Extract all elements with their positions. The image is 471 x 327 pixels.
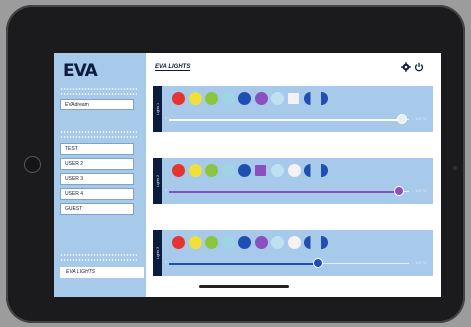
color-swatch[interactable] <box>221 164 235 177</box>
panel-label: Lights 2 <box>156 174 160 188</box>
user-item-guest[interactable]: GUEST <box>60 203 134 215</box>
user-list: TEST USER 2 USER 3 USER 4 GUEST <box>60 143 134 218</box>
dot-divider <box>60 130 137 134</box>
home-button[interactable] <box>24 156 41 173</box>
color-swatch[interactable] <box>254 92 268 105</box>
user-item-test[interactable]: TEST <box>60 143 134 155</box>
color-swatch[interactable] <box>221 92 235 105</box>
slider-thumb[interactable] <box>397 115 406 123</box>
slider-thumb[interactable] <box>313 259 322 267</box>
light-panel: Lights 3 0 100 % <box>153 230 433 276</box>
color-swatch[interactable] <box>172 236 185 249</box>
color-swatch[interactable] <box>254 236 268 249</box>
dot-divider <box>60 92 137 96</box>
user-item-user-4[interactable]: USER 4 <box>60 188 134 200</box>
slider-min-label: 0 <box>165 115 168 120</box>
swatch-square[interactable] <box>287 93 299 104</box>
dot-divider <box>60 253 137 257</box>
sidebar-item-eva-lights[interactable]: EVA LIGHTS <box>60 267 144 278</box>
dot-divider <box>60 258 137 262</box>
color-swatch[interactable] <box>188 92 202 105</box>
slider-max-label: 100 % <box>415 260 427 265</box>
color-swatch[interactable] <box>238 92 251 105</box>
swatch-half-moon[interactable] <box>304 236 317 249</box>
swatch-half-moon[interactable] <box>304 164 317 177</box>
light-panel: Lights 1 0 100 % <box>153 86 433 132</box>
swatch-half-circle[interactable] <box>320 92 328 105</box>
color-swatch[interactable] <box>188 164 202 177</box>
color-swatch[interactable] <box>287 236 301 249</box>
color-swatch[interactable] <box>221 236 235 249</box>
slider-max-label: 100 % <box>415 116 427 121</box>
color-swatch[interactable] <box>172 164 185 177</box>
brightness-slider[interactable] <box>169 187 409 195</box>
swatch-square[interactable] <box>254 165 266 176</box>
slider-fill <box>169 118 402 121</box>
color-swatch[interactable] <box>172 92 185 105</box>
color-swatch[interactable] <box>238 236 251 249</box>
brightness-slider[interactable] <box>169 115 409 123</box>
brightness-slider[interactable] <box>169 259 409 267</box>
panel-label: Lights 1 <box>156 102 160 116</box>
color-swatch[interactable] <box>205 236 218 249</box>
app-screen: EVA EVAdream TEST USER 2 USER 3 USER 4 G… <box>54 53 441 297</box>
color-swatch[interactable] <box>271 164 284 177</box>
color-swatch[interactable] <box>205 164 218 177</box>
color-swatch[interactable] <box>188 236 202 249</box>
color-swatch[interactable] <box>287 164 301 177</box>
profile-field[interactable]: EVAdream <box>60 99 134 110</box>
slider-min-label: 0 <box>165 259 168 264</box>
color-swatch[interactable] <box>271 236 284 249</box>
dot-divider <box>60 135 137 139</box>
panel-label: Lights 3 <box>156 246 160 260</box>
swatch-half-circle[interactable] <box>320 164 328 177</box>
user-item-user-2[interactable]: USER 2 <box>60 158 134 170</box>
page-title: EVA LIGHTS <box>155 64 191 71</box>
slider-fill <box>169 262 318 265</box>
swatch-half-circle[interactable] <box>320 236 328 249</box>
swatch-half-moon[interactable] <box>304 92 317 105</box>
color-swatch[interactable] <box>238 164 251 177</box>
dot-divider <box>60 87 137 91</box>
slider-fill <box>169 190 400 193</box>
light-panel: Lights 2 0 100 % <box>153 158 433 204</box>
tablet-frame: EVA EVAdream TEST USER 2 USER 3 USER 4 G… <box>6 5 465 323</box>
camera-icon <box>453 166 457 170</box>
slider-max-label: 100 % <box>415 188 427 193</box>
gear-icon[interactable] <box>401 62 411 72</box>
color-swatch[interactable] <box>205 92 218 105</box>
app-logo: EVA <box>63 61 98 81</box>
slider-thumb[interactable] <box>395 187 404 195</box>
slider-min-label: 0 <box>165 187 168 192</box>
sidebar: EVA EVAdream TEST USER 2 USER 3 USER 4 G… <box>54 53 146 297</box>
home-indicator <box>199 285 289 288</box>
power-icon[interactable] <box>414 62 424 72</box>
user-item-user-3[interactable]: USER 3 <box>60 173 134 185</box>
color-swatch[interactable] <box>271 92 284 105</box>
